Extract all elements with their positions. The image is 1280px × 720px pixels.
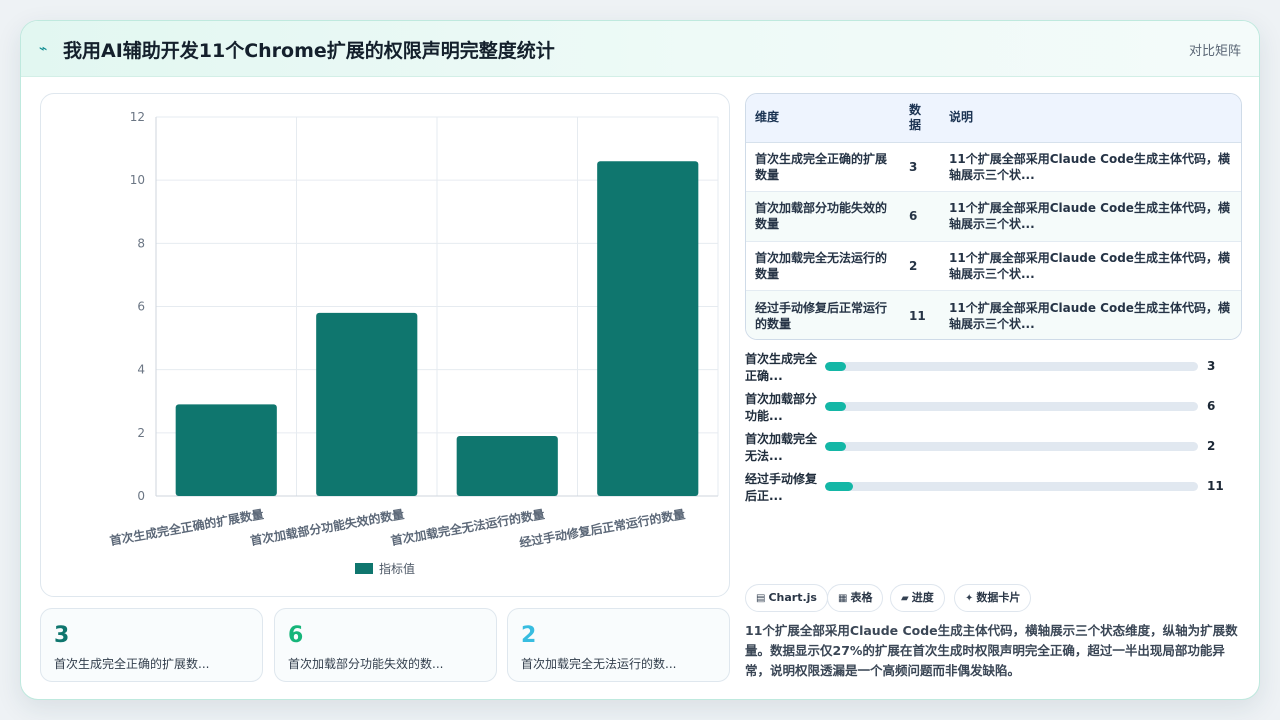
progress-track <box>825 482 1198 491</box>
cell-value: 6 <box>900 191 940 242</box>
progress-fill <box>825 482 853 491</box>
table-row: 首次加载完全无法运行的数量 2 11个扩展全部采用Claude Code生成主体… <box>746 241 1241 291</box>
header-bar: ⌁ 我用AI辅助开发11个Chrome扩展的权限声明完整度统计 对比矩阵 <box>21 21 1259 77</box>
bar <box>597 161 699 496</box>
table-row: 经过手动修复后正常运行的数量 11 11个扩展全部采用Claude Code生成… <box>746 290 1241 339</box>
progress-value: 3 <box>1207 359 1216 373</box>
y-tick-label: 10 <box>130 173 145 187</box>
progress-fill <box>825 442 846 451</box>
table-row: 首次生成完全正确的扩展数量 3 11个扩展全部采用Claude Code生成主体… <box>746 142 1241 192</box>
cell-description: 11个扩展全部采用Claude Code生成主体代码，横轴展示三个状... <box>940 191 1241 242</box>
legend-label: 指标值 <box>379 561 415 576</box>
chart-icon: ▤ <box>756 593 766 604</box>
kpi-label: 首次加载部分功能失效的数... <box>288 657 444 671</box>
y-tick-label: 8 <box>137 236 145 250</box>
cell-description: 11个扩展全部采用Claude Code生成主体代码，横轴展示三个状... <box>940 290 1241 339</box>
cell-description: 11个扩展全部采用Claude Code生成主体代码，横轴展示三个状... <box>940 241 1241 291</box>
y-tick-label: 4 <box>137 363 145 377</box>
progress-track <box>825 362 1198 371</box>
cell-value: 3 <box>900 142 940 192</box>
column-header-description: 说明 <box>940 94 1241 143</box>
bar <box>456 435 558 496</box>
chip-label: 数据卡片 <box>976 591 1021 604</box>
cell-value: 2 <box>900 241 940 291</box>
data-table: 维度 数据 说明 首次生成完全正确的扩展数量 3 11个扩展全部采用Claude… <box>746 94 1241 339</box>
cell-value: 11 <box>900 290 940 339</box>
progress-fill <box>825 362 846 371</box>
progress-label: 首次加载完全无法... <box>745 432 818 463</box>
chip-chartjs[interactable]: ▤ Chart.js <box>745 584 828 612</box>
column-header-dimension: 维度 <box>746 94 900 143</box>
y-tick-label: 0 <box>137 489 145 503</box>
cell-dimension: 首次加载完全无法运行的数量 <box>746 241 900 291</box>
progress-value: 2 <box>1207 439 1216 453</box>
y-tick-label: 6 <box>137 300 145 314</box>
progress-value: 11 <box>1207 479 1224 493</box>
sparkle-icon: ✦ <box>965 593 974 604</box>
lightning-icon: ⌁ <box>39 41 48 57</box>
chip-table[interactable]: ▦ 表格 <box>827 584 884 612</box>
chip-progress[interactable]: ▰ 进度 <box>890 584 945 612</box>
kpi-card: 2 首次加载完全无法运行的数... <box>507 608 730 682</box>
dashboard-card: ⌁ 我用AI辅助开发11个Chrome扩展的权限声明完整度统计 对比矩阵 0 2 4… <box>20 20 1260 700</box>
progress-track <box>825 402 1198 411</box>
progress-item: 经过手动修复后正... 11 <box>745 471 1245 511</box>
chip-data-card[interactable]: ✦ 数据卡片 <box>954 584 1032 612</box>
progress-label: 首次加载部分功能... <box>745 392 818 423</box>
cell-dimension: 首次生成完全正确的扩展数量 <box>746 142 900 192</box>
table-row: 首次加载部分功能失效的数量 6 11个扩展全部采用Claude Code生成主体… <box>746 191 1241 242</box>
chip-label: 表格 <box>850 591 873 604</box>
kpi-value: 3 <box>54 623 70 648</box>
table-header-row: 维度 数据 说明 <box>746 94 1241 143</box>
y-tick-label: 12 <box>130 110 145 124</box>
progress-track <box>825 442 1198 451</box>
kpi-card: 6 首次加载部分功能失效的数... <box>274 608 497 682</box>
x-tick-label: 首次加载部分功能失效的数量 <box>249 506 405 548</box>
x-tick-label: 首次生成完全正确的扩展数量 <box>109 506 265 548</box>
legend-swatch <box>355 563 373 574</box>
progress-label: 经过手动修复后正... <box>745 472 818 503</box>
progress-value: 6 <box>1207 399 1216 413</box>
bar-chart: 024681012首次生成完全正确的扩展数量首次加载部分功能失效的数量首次加载完… <box>109 110 719 576</box>
progress-item: 首次加载完全无法... 2 <box>745 431 1245 471</box>
compare-matrix-link[interactable]: 对比矩阵 <box>1189 40 1241 59</box>
cell-description: 11个扩展全部采用Claude Code生成主体代码，横轴展示三个状... <box>940 142 1241 192</box>
summary-text: 11个扩展全部采用Claude Code生成主体代码，横轴展示三个状态维度，纵轴… <box>745 623 1238 678</box>
chip-label: 进度 <box>911 591 934 604</box>
progress-item: 首次加载部分功能... 6 <box>745 391 1245 431</box>
kpi-label: 首次加载完全无法运行的数... <box>521 657 677 671</box>
bar <box>175 404 277 496</box>
progress-fill <box>825 402 846 411</box>
progress-label: 首次生成完全正确... <box>745 352 818 383</box>
data-table-panel: 维度 数据 说明 首次生成完全正确的扩展数量 3 11个扩展全部采用Claude… <box>745 93 1242 340</box>
bar-chart-panel: 0 2 4 6 8 10 12 首次生成完全正确的扩展数量 首次加载部分功能失效的数量 首次加载完… <box>40 93 730 597</box>
kpi-label: 首次生成完全正确的扩展数... <box>54 657 210 671</box>
cell-dimension: 首次加载部分功能失效的数量 <box>746 191 900 242</box>
kpi-card: 3 首次生成完全正确的扩展数... <box>40 608 263 682</box>
kpi-value: 2 <box>521 623 537 648</box>
page-title: 我用AI辅助开发11个Chrome扩展的权限声明完整度统计 <box>63 40 555 62</box>
bar <box>316 312 418 496</box>
cell-dimension: 经过手动修复后正常运行的数量 <box>746 290 900 339</box>
table-icon: ▦ <box>838 593 848 604</box>
chip-label: Chart.js <box>768 591 817 604</box>
progress-icon: ▰ <box>901 593 909 604</box>
column-header-data: 数据 <box>900 94 940 143</box>
kpi-value: 6 <box>288 623 304 648</box>
progress-item: 首次生成完全正确... 3 <box>745 351 1245 391</box>
y-tick-label: 2 <box>137 426 145 440</box>
